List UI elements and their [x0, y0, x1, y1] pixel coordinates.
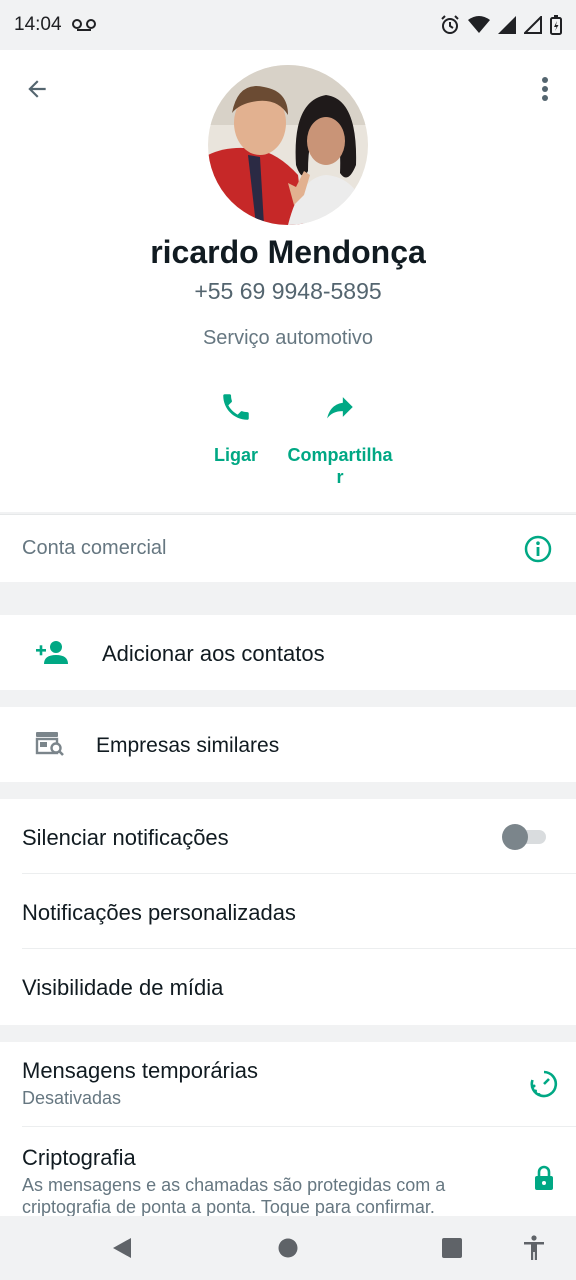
- similar-businesses-row[interactable]: Empresas similares: [0, 707, 576, 782]
- status-bar: 14:04: [0, 0, 576, 50]
- disappearing-messages-status: Desativadas: [22, 1088, 122, 1108]
- arrow-back-icon: [28, 80, 46, 98]
- share-icon: [327, 397, 353, 419]
- business-account-label: Conta comercial: [22, 537, 167, 559]
- navigation-bar: [0, 1216, 576, 1280]
- similar-businesses-label: Empresas similares: [96, 734, 280, 757]
- phone-icon: [223, 394, 249, 420]
- nav-recents-button[interactable]: [438, 1234, 466, 1262]
- more-vert-icon: [542, 77, 548, 101]
- custom-notifications-label: Notificações personalizadas: [22, 900, 296, 925]
- mute-notifications-row[interactable]: Silenciar notificações: [0, 799, 576, 874]
- nav-home-button[interactable]: [274, 1234, 302, 1262]
- business-category: Serviço automotivo: [202, 327, 374, 349]
- add-contact-row[interactable]: Adicionar aos contatos: [0, 615, 576, 690]
- circle-home-icon: [278, 1238, 298, 1258]
- store-search-icon: [35, 732, 64, 756]
- lock-icon: [535, 1165, 553, 1190]
- back-button[interactable]: [20, 72, 54, 106]
- share-button[interactable]: Compartilhar: [286, 390, 394, 488]
- contact-phone: +55 69 9948-5895: [194, 278, 382, 304]
- disappearing-messages-label: Mensagens temporárias: [22, 1058, 259, 1083]
- avatar[interactable]: [208, 65, 368, 225]
- battery-charging-icon: [550, 15, 562, 35]
- add-contact-label: Adicionar aos contatos: [102, 641, 325, 666]
- square-recents-icon: [442, 1238, 462, 1258]
- accessibility-button[interactable]: [520, 1234, 548, 1262]
- privacy-section: Mensagens temporárias Desativadas Cripto…: [0, 1042, 576, 1217]
- share-label: Compartilhar: [287, 445, 393, 487]
- call-label: Ligar: [213, 445, 258, 465]
- encryption-description-line1: As mensagens e as chamadas são protegida…: [22, 1175, 446, 1195]
- media-visibility-label: Visibilidade de mídia: [22, 975, 224, 1000]
- contact-header: ricardo Mendonça +55 69 9948-5895 Serviç…: [0, 50, 576, 512]
- triangle-back-icon: [113, 1238, 131, 1258]
- accessibility-icon: [524, 1235, 544, 1260]
- mute-toggle[interactable]: [502, 824, 546, 850]
- add-person-icon: [36, 641, 68, 664]
- encryption-row[interactable]: Criptografia As mensagens e as chamadas …: [0, 1127, 576, 1217]
- info-icon[interactable]: [524, 535, 552, 563]
- status-time: 14:04: [14, 14, 62, 35]
- nav-back-button[interactable]: [108, 1234, 136, 1262]
- custom-notifications-row[interactable]: Notificações personalizadas: [0, 874, 576, 949]
- voicemail-icon: [71, 19, 96, 31]
- encryption-description-line2: criptografia de ponta a ponta. Toque par…: [22, 1197, 435, 1217]
- alarm-icon: [441, 15, 459, 34]
- wifi-icon: [468, 16, 490, 33]
- signal-icon: [498, 16, 516, 34]
- disappearing-messages-row[interactable]: Mensagens temporárias Desativadas: [0, 1042, 576, 1126]
- call-button[interactable]: Ligar: [196, 390, 276, 466]
- notifications-section: Silenciar notificações Notificações pers…: [0, 799, 576, 1025]
- mute-notifications-label: Silenciar notificações: [22, 825, 229, 850]
- media-visibility-row[interactable]: Visibilidade de mídia: [0, 949, 576, 1025]
- signal-empty-icon: [524, 16, 542, 34]
- more-options-button[interactable]: [528, 72, 562, 106]
- contact-name: ricardo Mendonça: [150, 234, 426, 270]
- timer-icon: [530, 1070, 558, 1098]
- business-account-row[interactable]: Conta comercial: [0, 514, 576, 582]
- encryption-label: Criptografia: [22, 1145, 136, 1170]
